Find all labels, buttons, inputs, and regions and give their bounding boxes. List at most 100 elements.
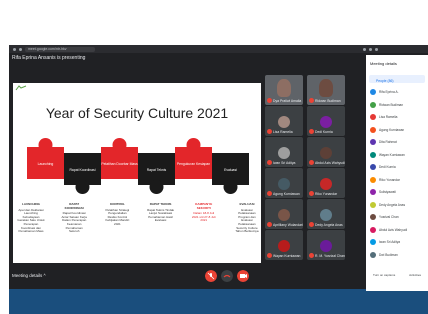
person-name: Abdul Azis Wahyudi — [379, 227, 408, 232]
people-list-item[interactable]: Dedi Kurnia — [370, 164, 426, 172]
participant-tile[interactable]: Riko Yunandar — [307, 168, 345, 198]
participant-tile[interactable]: Iwan Sri Aditya — [265, 137, 303, 167]
mic-muted-icon — [309, 191, 314, 196]
participant-name: Ridwan Budiman — [315, 99, 341, 103]
participant-tile[interactable]: Ridwan Budiman — [307, 75, 345, 105]
people-list-item[interactable]: Wayan Kurniawan — [370, 151, 426, 160]
participant-tile[interactable]: Abdul Azis Wahyudi — [307, 137, 345, 167]
participant-name: Abdul Azis Wahyudi — [315, 161, 345, 165]
slide-column: RAPAT KOORDINASI Rapat Koordinasi Antar S… — [60, 202, 88, 234]
person-name: Sulistyawati — [379, 190, 396, 194]
people-list-item[interactable]: Yusrizal Chan — [370, 214, 426, 222]
panel-footer: Turn on captions Activities — [366, 269, 428, 291]
avatar — [320, 240, 332, 252]
participant-tile[interactable]: Dedy Angela Anas — [307, 199, 345, 229]
mic-muted-icon — [309, 253, 314, 258]
avatar — [278, 209, 290, 221]
avatar — [278, 240, 290, 252]
panel-title: Meeting details — [370, 61, 397, 66]
people-list-item[interactable]: Rifa Eprina A. — [370, 89, 426, 97]
meeting-details-button[interactable]: Meeting details ^ — [12, 273, 46, 278]
puzzle-piece: Rapat Koordinasi — [64, 153, 101, 194]
people-list-item[interactable]: Riko Yunandar — [370, 176, 426, 185]
people-count: People (86) — [376, 79, 394, 83]
participant-tile[interactable]: Lisa Ramelia — [265, 106, 303, 136]
person-name: Dwi Budiman — [379, 252, 398, 257]
people-list-item[interactable]: Dedy Angela Anas — [370, 201, 426, 210]
avatar — [370, 226, 376, 233]
menu-icon[interactable] — [375, 47, 378, 51]
participant-name: Lisa Ramelia — [273, 130, 293, 134]
slide-column: KONTROL Pelatihan Strategi Pengendalian R… — [103, 202, 131, 234]
slide-title: Year of Security Culture 2021 — [45, 105, 229, 121]
puzzle-piece-label: Pengukuran Kesiapan — [177, 162, 210, 166]
person-name: Dita Rahmat — [379, 140, 397, 144]
activities-button[interactable]: Activities — [409, 273, 421, 277]
puzzle-piece: Launching — [27, 138, 64, 179]
puzzle-piece: Rapat Teknis — [138, 153, 175, 194]
avatar — [370, 251, 376, 258]
avatar — [277, 79, 291, 97]
column-body: Pelatihan Strategi Pengendalian Resiko K… — [105, 207, 130, 226]
column-heading: RAPAT KOORDINASI — [64, 202, 84, 210]
column-heading: KAMPANYE SEKURITI — [195, 202, 213, 210]
people-list-item[interactable]: Agung Kurniawan — [370, 126, 426, 135]
participant-tile[interactable]: R. M. Yusrizal Chan — [307, 230, 345, 260]
back-icon[interactable] — [13, 47, 16, 51]
slide-column: KAMPANYE SEKURITI Dalam 18-8 Juli 2021 s/… — [190, 202, 218, 234]
participant-tile[interactable]: Dedi Kurnia — [307, 106, 345, 136]
mic-muted-icon — [267, 253, 272, 258]
people-list-item[interactable]: Abdul Azis Wahyudi — [370, 226, 426, 235]
people-list-item[interactable]: Sulistyawati — [370, 189, 426, 197]
column-heading: EVALUASI — [239, 202, 255, 206]
person-name: Dedy Angela Anas — [379, 202, 406, 207]
people-list-item[interactable]: Ridwan Budiman — [370, 101, 426, 110]
hangup-icon[interactable] — [221, 270, 233, 282]
person-name: Dedi Kurnia — [379, 165, 396, 169]
mic-muted-icon — [309, 160, 314, 165]
avatar — [320, 209, 332, 221]
people-list-item[interactable]: Iwan Sri Aditya — [370, 239, 426, 247]
participant-tile[interactable]: Aprilliany Wulandari — [265, 199, 303, 229]
participant-tile[interactable]: Wayan Kurniawan — [265, 230, 303, 260]
participant-tile[interactable]: Dya Pratiwi Amalia — [265, 75, 303, 105]
slide-column: LAUNCHING Apel dan Deklarasi Launching Ke… — [17, 202, 45, 234]
reload-icon[interactable] — [19, 47, 22, 51]
chevron-up-icon: ^ — [43, 273, 46, 278]
avatar — [370, 164, 376, 170]
column-heading: RAPAT TEKNIS — [149, 202, 172, 206]
column-body: Evaluasi Pelaksanaan Program dan Evaluas… — [235, 207, 259, 234]
company-logo-icon — [15, 85, 27, 91]
mic-off-icon[interactable] — [205, 270, 217, 282]
desktop-taskbar-area — [9, 289, 428, 314]
avatar — [370, 114, 376, 120]
avatar — [370, 176, 376, 183]
avatar — [320, 178, 332, 190]
extension-icon[interactable] — [363, 47, 366, 51]
puzzle-piece-label: Rapat Koordinasi — [69, 168, 95, 172]
people-list-item[interactable]: Dwi Budiman — [370, 251, 426, 260]
column-body: Apel dan Deklarasi Launching Kebudayaan … — [17, 207, 45, 234]
mic-muted-icon — [267, 222, 272, 227]
participant-name: Dedi Kurnia — [315, 130, 333, 134]
person-name: Lisa Ramelia — [379, 115, 398, 119]
puzzle-timeline: Launching Rapat Koordinasi Pelatihan Doorb… — [27, 138, 249, 194]
meeting-details-label: Meeting details — [12, 273, 43, 278]
camera-off-icon[interactable] — [237, 270, 249, 282]
participant-name: Dedy Angela Anas — [315, 223, 343, 227]
profile-icon[interactable] — [369, 47, 372, 51]
meet-window: meet.google.com/ntr-hkv Rifa Eprina Ansa… — [9, 45, 428, 314]
address-bar[interactable]: meet.google.com/ntr-hkv — [25, 46, 95, 52]
column-body: Rapat Teknis Tindak Lanjut Sosialisasi P… — [147, 207, 175, 223]
mic-muted-icon — [267, 98, 272, 103]
people-list-item[interactable]: Dita Rahmat — [370, 139, 426, 147]
column-heading: LAUNCHING — [22, 202, 40, 206]
participant-tile[interactable]: Agung Kurniawan — [265, 168, 303, 198]
people-list-item[interactable]: Lisa Ramelia — [370, 114, 426, 122]
puzzle-piece-label: Rapat Teknis — [147, 168, 167, 172]
avatar — [370, 89, 376, 95]
avatar — [370, 214, 376, 220]
avatar — [320, 147, 332, 159]
presenter-banner: Rifa Eprina Ansanis is presenting — [12, 55, 86, 61]
captions-button[interactable]: Turn on captions — [373, 273, 395, 277]
